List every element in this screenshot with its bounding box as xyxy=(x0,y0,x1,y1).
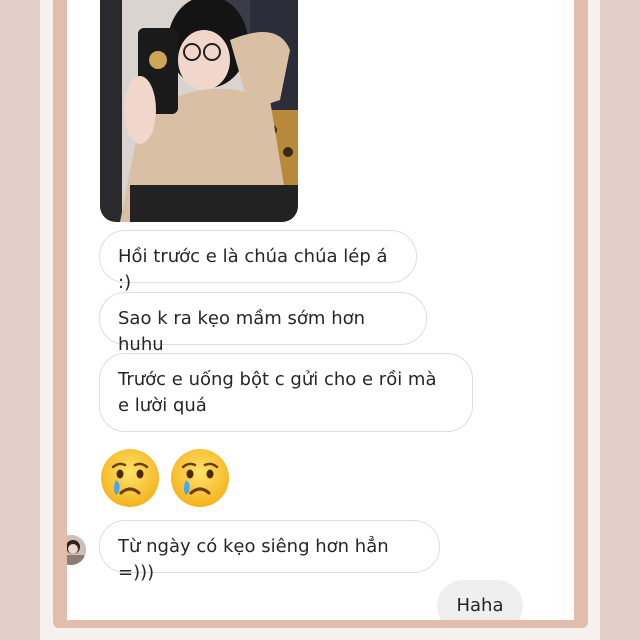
message-text: Hồi trước e là chúa chúa lép á :) xyxy=(118,246,388,293)
crying-face-icon xyxy=(101,449,159,507)
chat-screen: Hồi trước e là chúa chúa lép á :) Sao k … xyxy=(67,0,574,620)
crying-face-icon xyxy=(171,449,229,507)
message-bubble[interactable]: Từ ngày có kẹo siêng hơn hẳn =))) xyxy=(99,520,440,583)
message-bubble[interactable]: Sao k ra kẹo mầm sớm hơn huhu xyxy=(99,292,427,355)
emoji-message[interactable] xyxy=(99,447,239,513)
message-text: Từ ngày có kẹo siêng hơn hẳn =))) xyxy=(118,536,389,583)
message-text: Sao k ra kẹo mầm sớm hơn huhu xyxy=(118,308,366,355)
sent-message-text: Haha xyxy=(456,595,504,616)
background-strip-right xyxy=(600,0,640,640)
message-bubble[interactable]: Hồi trước e là chúa chúa lép á :) xyxy=(99,230,417,293)
message-bubble[interactable]: Trước e uống bột c gửi cho e rồi mà e lư… xyxy=(99,353,473,432)
avatar-icon xyxy=(67,535,86,565)
sender-avatar[interactable] xyxy=(67,535,86,565)
message-text: Trước e uống bột c gửi cho e rồi mà e lư… xyxy=(118,369,437,416)
background-strip-left xyxy=(0,0,40,640)
selfie-photo-icon xyxy=(100,0,298,222)
shared-photo[interactable] xyxy=(100,0,298,222)
sent-message-bubble[interactable]: Haha xyxy=(437,580,523,620)
